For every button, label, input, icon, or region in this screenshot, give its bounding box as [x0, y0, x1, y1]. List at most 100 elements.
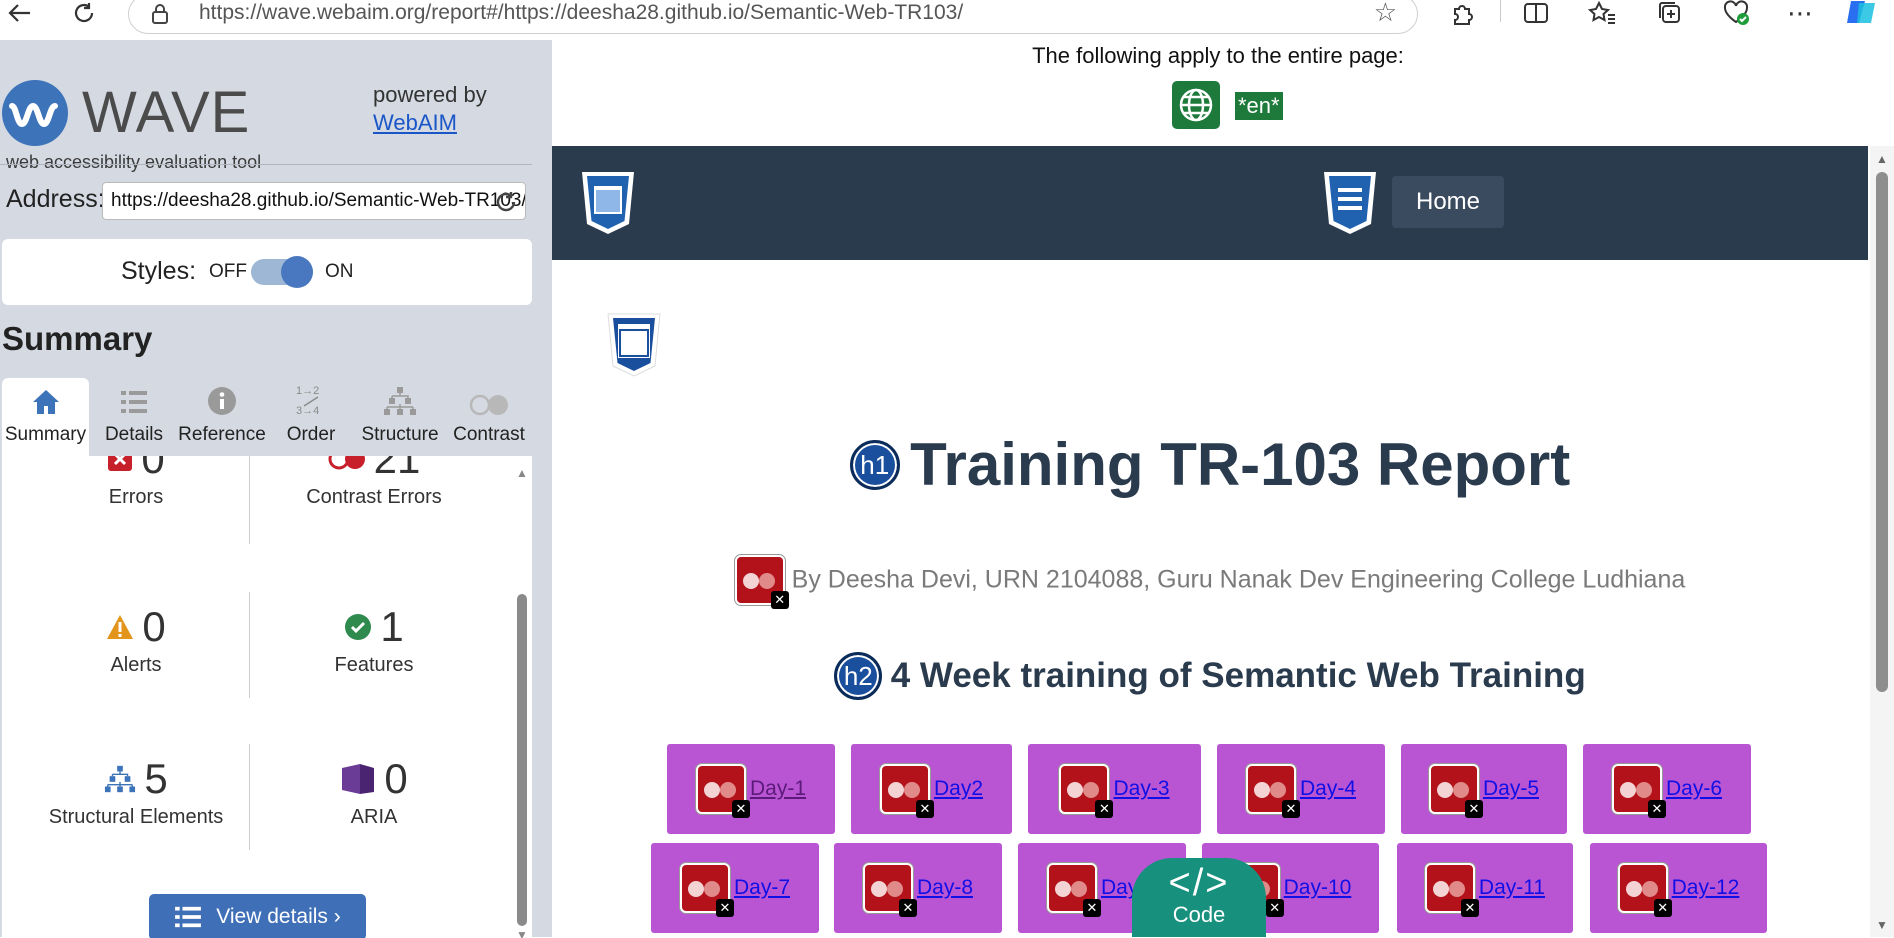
author-text: By Deesha Devi, URN 2104088, Guru Nanak … — [791, 565, 1686, 594]
h1-badge[interactable]: h1 — [849, 439, 900, 490]
alert-icon — [107, 615, 134, 639]
contrast-error-marker-icon[interactable]: ✕ — [879, 764, 934, 818]
stat-contrast-errors[interactable]: 21 Contrast Errors — [254, 456, 494, 509]
tab-order[interactable]: 1→2 3→4 Order — [278, 378, 344, 456]
back-arrow-icon[interactable] — [2, 0, 38, 26]
address-bar[interactable]: https://wave.webaim.org/report#/https://… — [128, 0, 1418, 34]
contrast-error-marker-icon[interactable]: ✕ — [1245, 764, 1300, 818]
contrast-error-marker-icon[interactable]: ✕ — [1617, 863, 1672, 917]
feature-icon — [345, 614, 372, 640]
summary-heading: Summary — [2, 320, 153, 357]
day-link[interactable]: Day-5 — [1483, 777, 1539, 801]
webaim-link[interactable]: WebAIM — [373, 110, 457, 135]
styles-off-label: OFF — [209, 261, 247, 282]
contrast-error-marker-icon[interactable]: ✕ — [1428, 764, 1483, 818]
contrast-error-marker-icon[interactable]: ✕ — [1046, 863, 1101, 917]
day-link[interactable]: Day-3 — [1113, 777, 1169, 801]
list-icon — [175, 906, 202, 928]
structural-icon — [105, 765, 136, 793]
tab-details[interactable]: Details — [98, 378, 170, 456]
menu-shield-icon[interactable] — [1320, 170, 1380, 236]
address-input[interactable]: https://deesha28.github.io/Semantic-Web-… — [102, 182, 526, 220]
stat-structural[interactable]: 5 Structural Elements — [16, 754, 256, 829]
day-link[interactable]: Day-1 — [750, 777, 806, 801]
styles-toggle[interactable] — [251, 256, 313, 288]
summary-scroll-thumb[interactable] — [517, 594, 527, 926]
stat-divider — [249, 592, 250, 698]
browser-essentials-icon[interactable] — [1716, 0, 1756, 26]
day-link[interactable]: Day-6 — [1666, 777, 1722, 801]
scroll-up-arrow-icon[interactable]: ▲ — [1876, 152, 1888, 166]
more-menu-icon[interactable]: ⋯ — [1780, 0, 1820, 28]
features-label: Features — [334, 654, 414, 676]
day-link[interactable]: Day-4 — [1300, 777, 1356, 801]
favorites-icon[interactable] — [1582, 0, 1622, 26]
collections-icon[interactable] — [1650, 0, 1690, 26]
day-card: ✕ Day-8 — [834, 843, 1002, 933]
refresh-icon[interactable] — [66, 0, 102, 26]
favorite-star-icon[interactable]: ☆ — [1374, 0, 1397, 28]
tab-reference[interactable]: Reference — [176, 378, 268, 456]
tab-summary[interactable]: Summary — [2, 378, 89, 456]
contrast-error-marker-icon[interactable]: ✕ — [1424, 863, 1479, 917]
copilot-icon[interactable] — [1842, 0, 1882, 26]
day-card: ✕ Day-11 — [1397, 843, 1573, 933]
contrast-error-marker-icon[interactable]: ✕ — [679, 863, 734, 917]
day-card: ✕ Day-3 — [1028, 744, 1201, 834]
split-screen-icon[interactable] — [1516, 0, 1556, 26]
list-icon — [121, 391, 147, 413]
contrast-error-marker-icon[interactable]: ✕ — [1611, 764, 1666, 818]
evaluated-page: The following apply to the entire page: … — [552, 40, 1894, 937]
section-heading: 4 Week training of Semantic Web Training — [890, 656, 1586, 695]
styles-on-label: ON — [325, 261, 354, 282]
wave-logo-icon — [2, 80, 68, 146]
language-globe-icon[interactable] — [1172, 81, 1220, 129]
tab-structure[interactable]: Structure — [354, 378, 446, 456]
alerts-count: 0 — [142, 603, 166, 650]
view-details-button[interactable]: View details › — [149, 894, 366, 938]
code-button-label: Code — [1172, 902, 1226, 927]
error-icon — [108, 456, 133, 471]
day-link[interactable]: Day2 — [934, 777, 983, 801]
day-link[interactable]: Day-7 — [734, 876, 790, 900]
aria-count: 0 — [384, 755, 408, 802]
features-count: 1 — [380, 603, 404, 650]
extensions-icon[interactable] — [1442, 0, 1482, 26]
page-scroll-thumb[interactable] — [1876, 172, 1888, 692]
wave-sidebar: WAVE web accessibility evaluation tool p… — [0, 40, 552, 938]
code-toggle-button[interactable]: </> Code — [1132, 858, 1266, 937]
reload-icon[interactable] — [494, 190, 518, 214]
contrast-error-icon — [328, 456, 365, 470]
stat-aria[interactable]: 0 ARIA — [254, 754, 494, 829]
home-nav-link[interactable]: Home — [1392, 176, 1504, 228]
css3-shield-icon — [607, 313, 661, 377]
stat-alerts[interactable]: 0 Alerts — [16, 602, 256, 677]
day-link[interactable]: Day-10 — [1284, 876, 1352, 900]
stat-features[interactable]: 1 Features — [254, 602, 494, 677]
home-icon — [32, 390, 59, 414]
errors-label: Errors — [108, 486, 164, 508]
wave-wordmark: WAVE — [82, 80, 251, 145]
order-icon: 1→2 3→4 — [296, 385, 319, 416]
language-badge[interactable]: *en* — [1235, 92, 1283, 120]
h2-badge[interactable]: h2 — [834, 652, 883, 700]
structure-icon — [384, 387, 416, 415]
day-link[interactable]: Day-11 — [1479, 876, 1545, 900]
lock-icon — [152, 4, 168, 24]
scroll-up-arrow-icon[interactable]: ▲ — [516, 466, 528, 480]
address-label: Address: — [6, 185, 105, 213]
contrast-error-marker-icon[interactable]: ✕ — [734, 555, 789, 609]
tab-details-label: Details — [104, 424, 164, 445]
tab-structure-label: Structure — [361, 424, 439, 445]
day-link[interactable]: Day-12 — [1672, 876, 1740, 900]
scroll-down-arrow-icon[interactable]: ▼ — [1876, 918, 1888, 932]
contrast-error-marker-icon[interactable]: ✕ — [862, 863, 917, 917]
contrast-error-marker-icon[interactable]: ✕ — [1059, 764, 1114, 818]
structural-count: 5 — [144, 755, 168, 802]
tab-contrast[interactable]: Contrast — [450, 378, 528, 456]
stat-errors[interactable]: 0 Errors — [16, 456, 256, 509]
page-scrollbar[interactable]: ▲ ▼ — [1870, 146, 1894, 937]
tab-reference-label: Reference — [178, 424, 266, 445]
day-link[interactable]: Day-8 — [917, 876, 973, 900]
contrast-error-marker-icon[interactable]: ✕ — [695, 764, 750, 818]
